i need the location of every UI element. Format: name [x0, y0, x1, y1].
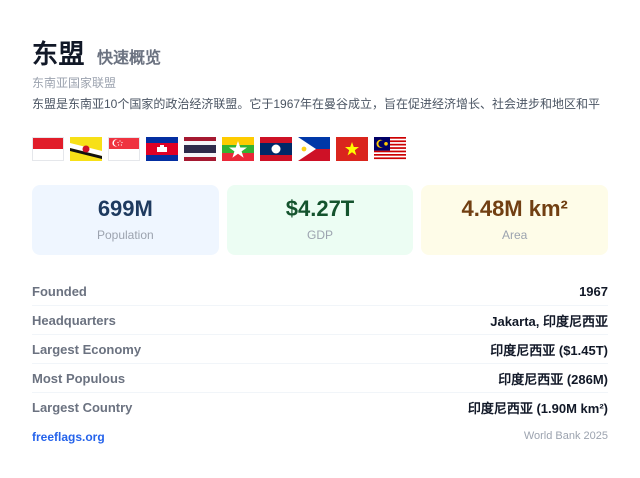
- fact-key: Headquarters: [32, 312, 116, 328]
- asean-overview-card: 东盟 快速概览 东南亚国家联盟 东盟是东南亚10个国家的政治经济联盟。它于196…: [32, 34, 609, 421]
- population-stat: 699M Population: [32, 185, 219, 255]
- fact-value: 印度尼西亚 ($1.45T): [490, 342, 608, 358]
- laos-flag[interactable]: [260, 137, 292, 161]
- indonesia-flag[interactable]: [32, 137, 64, 161]
- philippines-flag[interactable]: [298, 137, 330, 161]
- fact-row-largest-country: Largest Country 印度尼西亚 (1.90M km²): [32, 393, 608, 421]
- thailand-flag[interactable]: [184, 137, 216, 161]
- area-value: 4.48M km²: [461, 196, 568, 221]
- population-value: 699M: [97, 196, 153, 221]
- area-label: Area: [502, 228, 528, 242]
- footer: freeflags.org World Bank 2025: [32, 430, 608, 444]
- fact-row-founded: Founded 1967: [32, 277, 608, 306]
- myanmar-flag[interactable]: [222, 137, 254, 161]
- fact-value: 印度尼西亚 (1.90M km²): [467, 400, 608, 416]
- fact-row-headquarters: Headquarters Jakarta, 印度尼西亚: [32, 306, 608, 335]
- flag-row: [32, 137, 608, 161]
- area-stat: 4.48M km² Area: [421, 185, 609, 255]
- fact-row-largest-economy: Largest Economy 印度尼西亚 ($1.45T): [32, 335, 608, 364]
- fact-key: Largest Economy: [32, 341, 142, 357]
- gdp-stat: $4.27T GDP: [226, 185, 414, 255]
- gdp-label: GDP: [307, 228, 334, 242]
- singapore-flag[interactable]: [108, 137, 140, 161]
- cambodia-flag[interactable]: [146, 137, 178, 161]
- fact-value: Jakarta, 印度尼西亚: [490, 313, 608, 329]
- description: 东盟是东南亚10个国家的政治经济联盟。它于1967年在曼谷成立，旨在促进经济增长…: [32, 97, 601, 111]
- fact-key: Founded: [32, 283, 87, 299]
- fact-row-most-populous: Most Populous 印度尼西亚 (286M): [32, 364, 608, 393]
- vietnam-flag[interactable]: [336, 137, 368, 161]
- fact-key: Most Populous: [32, 370, 126, 386]
- region-label: 东南亚国家联盟: [32, 76, 117, 90]
- page-title: 东盟: [32, 39, 86, 69]
- brunei-flag[interactable]: [70, 137, 102, 161]
- malaysia-flag[interactable]: [374, 137, 406, 161]
- header: 东盟 快速概览: [32, 34, 608, 69]
- stats-row: 699M Population $4.27T GDP 4.48M km² Are…: [32, 185, 609, 255]
- gdp-value: $4.27T: [285, 196, 355, 221]
- fact-key: Largest Country: [32, 399, 133, 415]
- population-label: Population: [96, 228, 154, 242]
- page-subtitle: 快速概览: [97, 50, 162, 67]
- data-source: World Bank 2025: [523, 430, 608, 442]
- freeflags-link[interactable]: freeflags.org: [32, 430, 105, 444]
- facts-table: Founded 1967 Headquarters Jakarta, 印度尼西亚…: [32, 277, 608, 421]
- fact-value: 印度尼西亚 (286M): [498, 371, 608, 387]
- fact-value: 1967: [579, 283, 608, 299]
